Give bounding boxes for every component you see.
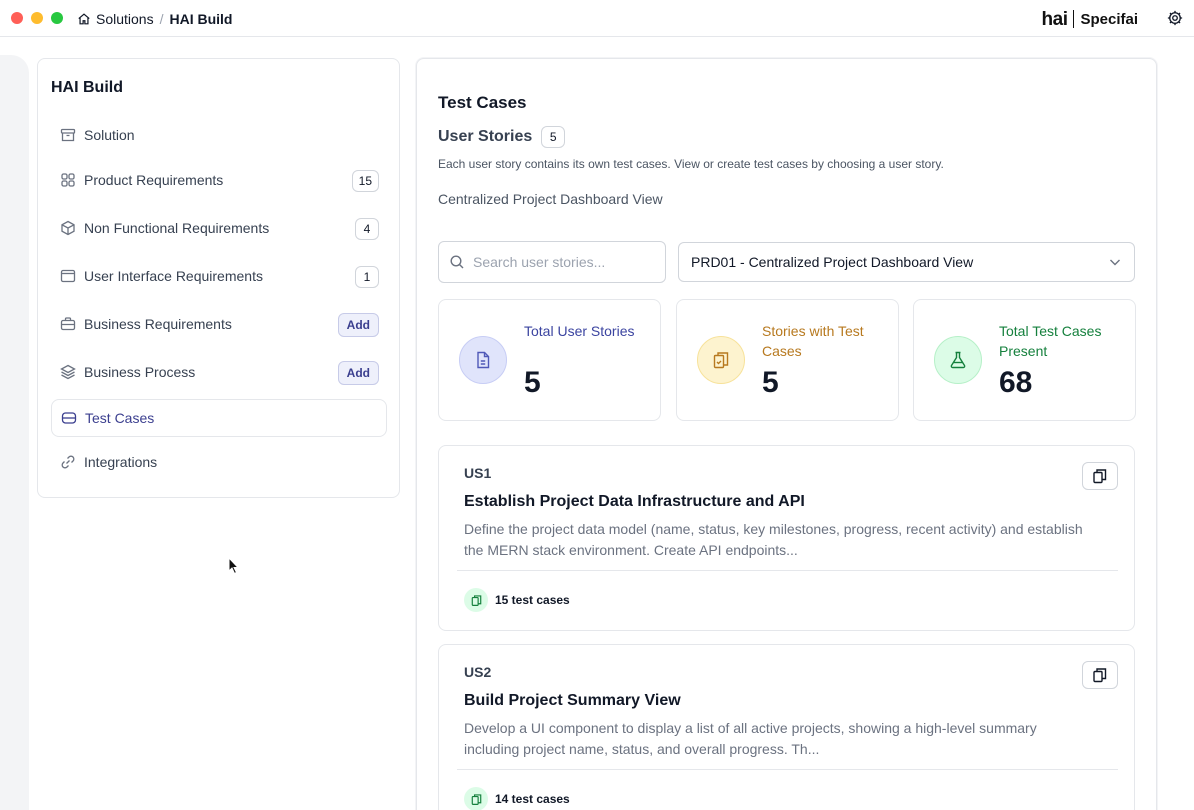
add-business-process-button[interactable]: Add xyxy=(337,361,379,385)
brand-logo-mark: hai xyxy=(1041,8,1068,30)
sidebar-item-non-functional-requirements[interactable]: Non Functional Requirements 4 xyxy=(51,209,387,247)
user-story-description: Define the project data model (name, sta… xyxy=(464,521,1083,558)
user-story-description: Develop a UI component to display a list… xyxy=(464,720,1037,757)
grid-icon xyxy=(61,173,75,187)
user-story-id: US2 xyxy=(464,664,492,680)
test-case-count: 15 test cases xyxy=(464,588,570,612)
stat-card-total-test-cases: Total Test Cases Present 68 xyxy=(913,299,1136,421)
sidebar-title: HAI Build xyxy=(51,79,123,96)
link-icon xyxy=(61,455,75,469)
card-divider xyxy=(457,570,1118,571)
user-story-card[interactable]: US2 Build Project Summary View Develop a… xyxy=(438,644,1135,810)
stat-icon-circle xyxy=(697,336,745,384)
card-divider xyxy=(457,769,1118,770)
breadcrumb-root[interactable]: Solutions xyxy=(96,11,154,27)
user-story-id: US1 xyxy=(464,465,492,481)
breadcrumb-separator: / xyxy=(159,11,164,27)
flask-stack-icon xyxy=(61,412,77,424)
section-description: Each user story contains its own test ca… xyxy=(438,157,944,171)
breadcrumb: Solutions / HAI Build xyxy=(77,10,232,28)
sidebar-item-user-interface-requirements[interactable]: User Interface Requirements 1 xyxy=(51,257,387,295)
copy-button[interactable] xyxy=(1082,462,1118,490)
window-minimize-button[interactable] xyxy=(31,12,43,24)
layers-icon xyxy=(60,364,76,380)
user-stories-count-badge: 5 xyxy=(541,126,566,148)
gear-icon[interactable] xyxy=(1166,9,1184,27)
selected-story-title: Centralized Project Dashboard View xyxy=(438,191,663,207)
window-close-button[interactable] xyxy=(11,12,23,24)
user-story-title: Establish Project Data Infrastructure an… xyxy=(464,493,805,510)
stat-label: Total User Stories xyxy=(524,323,635,339)
requirement-select-value: PRD01 - Centralized Project Dashboard Vi… xyxy=(691,254,974,270)
test-case-count-label: 15 test cases xyxy=(495,593,570,607)
search-input[interactable] xyxy=(473,254,643,270)
mouse-cursor-icon xyxy=(228,557,240,575)
add-business-requirement-button[interactable]: Add xyxy=(337,313,379,337)
title-bar: Solutions / HAI Build hai Specifai xyxy=(0,0,1194,37)
stat-icon-circle xyxy=(934,336,982,384)
sidebar-item-label: Non Functional Requirements xyxy=(84,220,270,236)
stat-icon-circle xyxy=(459,336,507,384)
test-case-icon-circle xyxy=(464,588,488,612)
sidebar-item-label: Product Requirements xyxy=(84,172,224,188)
window-icon xyxy=(60,269,76,283)
stat-value: 68 xyxy=(999,366,1033,399)
requirement-select[interactable]: PRD01 - Centralized Project Dashboard Vi… xyxy=(678,242,1135,282)
flask-icon xyxy=(950,351,966,369)
copy-icon xyxy=(1093,469,1107,484)
home-icon[interactable] xyxy=(77,12,91,26)
sidebar-item-label: Test Cases xyxy=(85,410,155,426)
document-icon xyxy=(477,351,490,369)
test-cases-panel: Test Cases User Stories 5 Each user stor… xyxy=(416,58,1157,810)
user-stories-header: User Stories 5 xyxy=(438,126,566,148)
sidebar-item-test-cases[interactable]: Test Cases xyxy=(51,399,387,437)
page-title: Test Cases xyxy=(438,93,527,112)
sidebar-item-business-process[interactable]: Business Process Add xyxy=(51,353,387,391)
stat-label: Total Test Cases Present xyxy=(999,323,1102,359)
breadcrumb-current: HAI Build xyxy=(169,11,233,27)
cube-icon xyxy=(61,220,75,236)
clipboard-copy-icon xyxy=(471,793,481,805)
sidebar-item-integrations[interactable]: Integrations xyxy=(51,443,387,481)
archive-icon xyxy=(60,128,76,142)
brand-name: Specifai xyxy=(1080,10,1138,28)
brand-divider xyxy=(1073,10,1075,28)
test-case-count-label: 14 test cases xyxy=(495,792,570,806)
clipboard-copy-icon xyxy=(471,594,481,606)
stat-label: Stories with Test Cases xyxy=(762,323,864,359)
window-zoom-button[interactable] xyxy=(51,12,63,24)
sidebar-item-label: Solution xyxy=(84,127,135,143)
left-panel-edge xyxy=(0,55,29,810)
test-case-count: 14 test cases xyxy=(464,787,570,810)
user-story-card[interactable]: US1 Establish Project Data Infrastructur… xyxy=(438,445,1135,631)
chevron-down-icon xyxy=(1110,259,1120,266)
search-icon xyxy=(450,255,464,269)
sidebar-item-label: Integrations xyxy=(84,454,158,470)
user-stories-label: User Stories xyxy=(438,128,533,145)
copy-icon xyxy=(1093,668,1107,683)
briefcase-icon xyxy=(60,317,76,331)
search-box[interactable] xyxy=(438,241,666,283)
sidebar-item-label: Business Requirements xyxy=(84,316,232,332)
sidebar-item-product-requirements[interactable]: Product Requirements 15 xyxy=(51,161,387,199)
sidebar-item-solution[interactable]: Solution xyxy=(51,116,387,154)
brand-logo: hai Specifai xyxy=(1042,7,1138,31)
sidebar: HAI Build Solution Product Requirements … xyxy=(37,58,400,498)
count-badge: 15 xyxy=(351,170,379,192)
stat-card-total-user-stories: Total User Stories 5 xyxy=(438,299,661,421)
user-story-title: Build Project Summary View xyxy=(464,692,681,709)
stat-value: 5 xyxy=(524,366,541,399)
test-case-icon-circle xyxy=(464,787,488,810)
sidebar-item-label: Business Process xyxy=(84,364,196,380)
sidebar-item-business-requirements[interactable]: Business Requirements Add xyxy=(51,305,387,343)
count-badge: 4 xyxy=(355,218,379,240)
stat-card-stories-with-test-cases: Stories with Test Cases 5 xyxy=(676,299,899,421)
sidebar-item-label: User Interface Requirements xyxy=(84,268,263,284)
stat-value: 5 xyxy=(762,366,779,399)
clipboard-copy-icon xyxy=(713,352,729,369)
copy-button[interactable] xyxy=(1082,661,1118,689)
count-badge: 1 xyxy=(355,266,379,288)
